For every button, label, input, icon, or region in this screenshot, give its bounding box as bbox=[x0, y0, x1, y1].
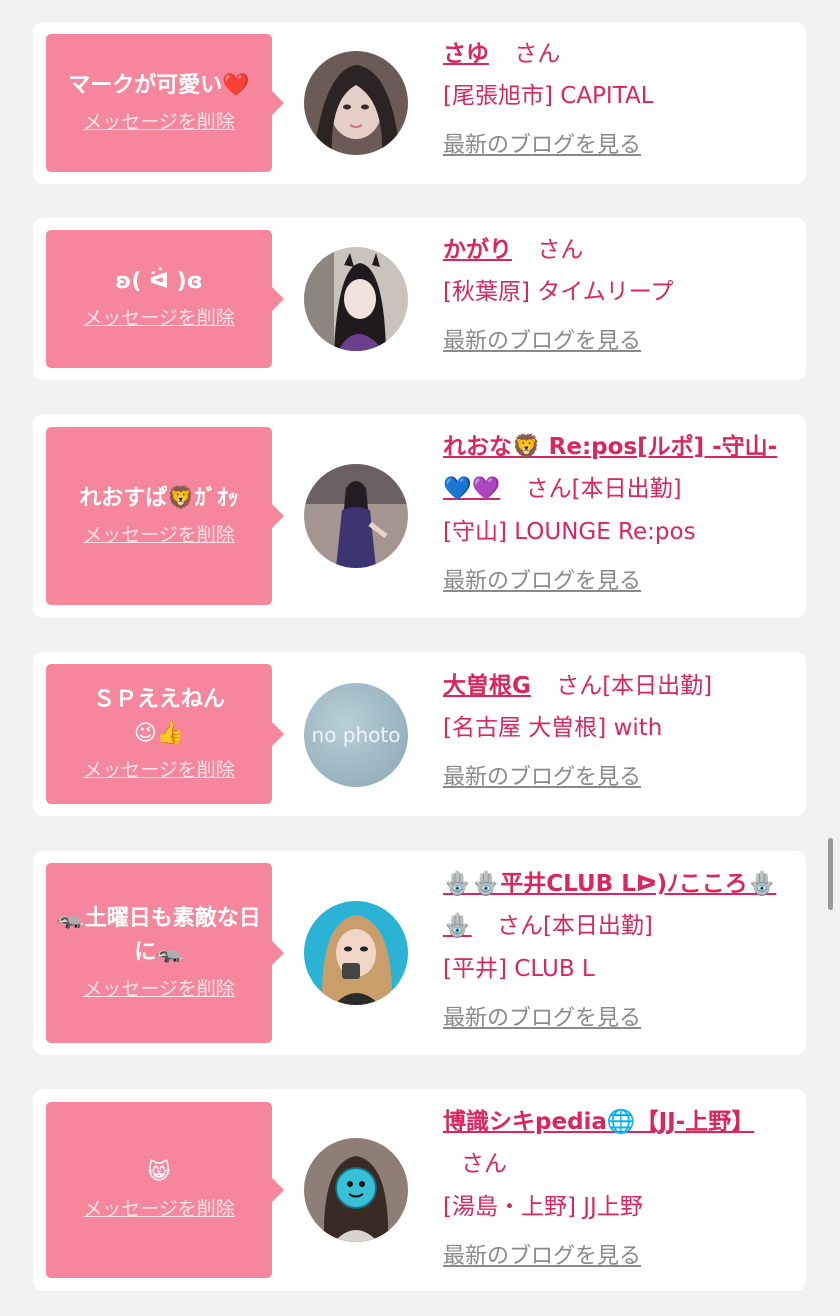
message-text: れおすぱ🦁ｶﾞｵｯ bbox=[79, 486, 239, 511]
cast-info: 大曽根G さん[本日出勤] [名古屋 大曽根] with 最新のブログを見る bbox=[443, 666, 793, 798]
latest-blog-link[interactable]: 最新のブログを見る bbox=[443, 999, 641, 1039]
cast-info: かがり さん [秋葉原] タイムリープ 最新のブログを見る bbox=[443, 230, 793, 362]
message-card: 🦡土曜日も素敵な日に🦡 メッセージを削除 🪬🪬平井CLUB Lᐅ)ﾉこころ🪬🪬 … bbox=[33, 851, 806, 1055]
message-bubble: れおすぱ🦁ｶﾞｵｯ メッセージを削除 bbox=[46, 427, 284, 605]
message-card: ʚ( ᐛ )ɞ メッセージを削除 かがり さん [秋葉原] タイムリープ 最新の… bbox=[33, 218, 806, 380]
avatar-photo bbox=[304, 464, 408, 568]
honorific: さん[本日出勤] bbox=[556, 673, 713, 699]
shop-name: [平井] CLUB L bbox=[443, 956, 595, 982]
message-text: 😸 bbox=[147, 1160, 171, 1185]
message-bubble: マークが可愛い❤️ メッセージを削除 bbox=[46, 34, 284, 172]
delete-message-link[interactable]: メッセージを削除 bbox=[83, 974, 235, 1004]
latest-blog-link[interactable]: 最新のブログを見る bbox=[443, 322, 641, 362]
avatar[interactable]: no photo bbox=[304, 683, 408, 787]
delete-message-link[interactable]: メッセージを削除 bbox=[83, 755, 235, 785]
avatar-photo bbox=[304, 247, 408, 351]
message-text: ʚ( ᐛ )ɞ bbox=[115, 269, 203, 294]
avatar[interactable] bbox=[304, 1138, 408, 1242]
cast-info: 🪬🪬平井CLUB Lᐅ)ﾉこころ🪬🪬 さん[本日出勤] [平井] CLUB L … bbox=[443, 863, 793, 1039]
scrollbar[interactable] bbox=[828, 838, 833, 910]
latest-blog-link[interactable]: 最新のブログを見る bbox=[443, 758, 641, 798]
no-photo-label: no photo bbox=[311, 723, 401, 747]
message-card: 😸 メッセージを削除 博識シキpedia🌐【JJ-上野】 さん [湯島・上野] … bbox=[33, 1089, 806, 1291]
avatar[interactable] bbox=[304, 247, 408, 351]
honorific: さん bbox=[514, 41, 561, 67]
avatar-photo bbox=[304, 901, 408, 1005]
message-bubble: ʚ( ᐛ )ɞ メッセージを削除 bbox=[46, 230, 284, 368]
cast-name-link[interactable]: さゆ bbox=[443, 41, 489, 67]
latest-blog-link[interactable]: 最新のブログを見る bbox=[443, 1237, 641, 1277]
avatar[interactable] bbox=[304, 464, 408, 568]
latest-blog-link[interactable]: 最新のブログを見る bbox=[443, 562, 641, 602]
honorific: さん bbox=[537, 237, 584, 263]
message-card: ＳＰええねん😉👍 メッセージを削除 no photo 大曽根G さん[本日出勤]… bbox=[33, 652, 806, 816]
no-photo-placeholder: no photo bbox=[304, 683, 408, 787]
avatar[interactable] bbox=[304, 901, 408, 1005]
delete-message-link[interactable]: メッセージを削除 bbox=[83, 303, 235, 333]
cast-name-link[interactable]: 大曽根G bbox=[443, 673, 531, 699]
cast-name-link[interactable]: 博識シキpedia🌐【JJ-上野】 bbox=[443, 1109, 754, 1135]
shop-name: [湯島・上野] JJ上野 bbox=[443, 1194, 643, 1220]
message-bubble: ＳＰええねん😉👍 メッセージを削除 bbox=[46, 664, 284, 804]
avatar-photo bbox=[304, 51, 408, 155]
avatar[interactable] bbox=[304, 51, 408, 155]
honorific: さん bbox=[461, 1151, 507, 1177]
cast-name-link[interactable]: かがり bbox=[443, 237, 512, 263]
shop-name: [秋葉原] タイムリープ bbox=[443, 279, 674, 305]
message-bubble: 😸 メッセージを削除 bbox=[46, 1102, 284, 1278]
shop-name: [尾張旭市] CAPITAL bbox=[443, 83, 654, 109]
message-text: ＳＰええねん😉👍 bbox=[92, 687, 225, 746]
latest-blog-link[interactable]: 最新のブログを見る bbox=[443, 126, 641, 166]
honorific: さん[本日出勤] bbox=[496, 913, 653, 939]
delete-message-link[interactable]: メッセージを削除 bbox=[83, 107, 235, 137]
delete-message-link[interactable]: メッセージを削除 bbox=[83, 1194, 235, 1224]
message-text: マークが可愛い❤️ bbox=[68, 73, 250, 98]
honorific: さん[本日出勤] bbox=[525, 476, 682, 502]
cast-info: 博識シキpedia🌐【JJ-上野】 さん [湯島・上野] JJ上野 最新のブログ… bbox=[443, 1101, 793, 1277]
shop-name: [名古屋 大曽根] with bbox=[443, 715, 663, 741]
delete-message-link[interactable]: メッセージを削除 bbox=[83, 520, 235, 550]
message-card: れおすぱ🦁ｶﾞｵｯ メッセージを削除 れおな🦁 Re:pos[ルポ] -守山-💙… bbox=[33, 414, 806, 618]
cast-info: さゆ さん [尾張旭市] CAPITAL 最新のブログを見る bbox=[443, 34, 793, 166]
message-card: マークが可愛い❤️ メッセージを削除 さゆ さん [尾張旭市] CAPITAL … bbox=[33, 22, 806, 184]
shop-name: [守山] LOUNGE Re:pos bbox=[443, 519, 696, 545]
avatar-photo bbox=[304, 1138, 408, 1242]
cast-info: れおな🦁 Re:pos[ルポ] -守山-💙💜 さん[本日出勤] [守山] LOU… bbox=[443, 426, 793, 602]
message-bubble: 🦡土曜日も素敵な日に🦡 メッセージを削除 bbox=[46, 863, 284, 1043]
message-text: 🦡土曜日も素敵な日に🦡 bbox=[57, 906, 261, 965]
